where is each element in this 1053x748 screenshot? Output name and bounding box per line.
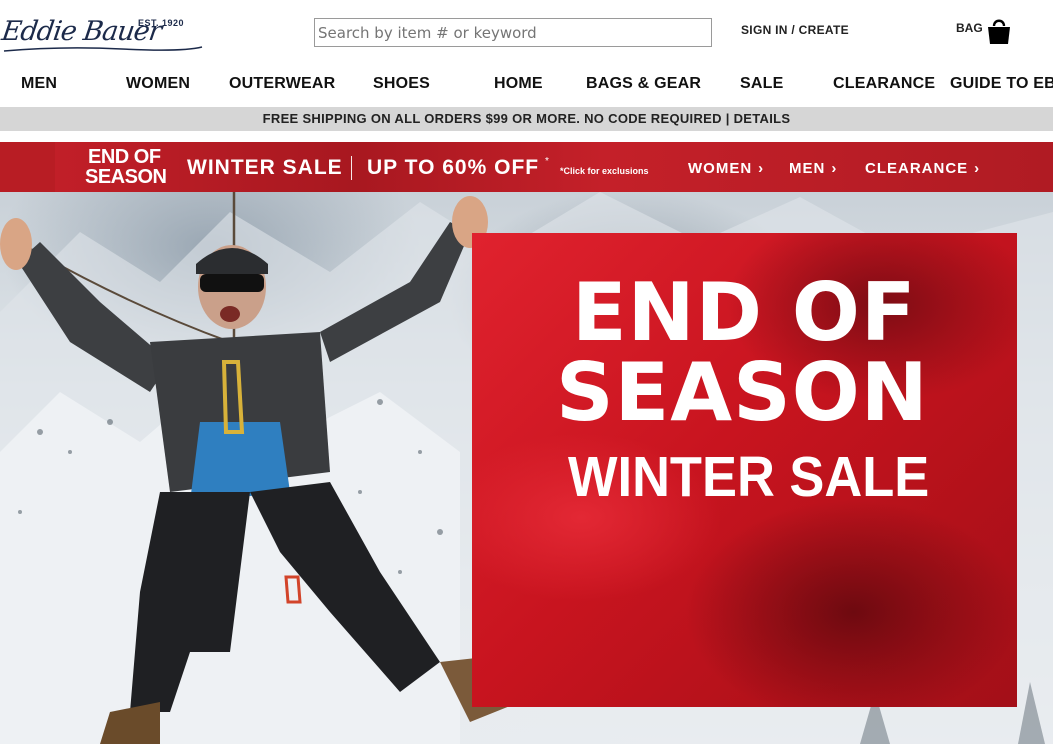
eddie-bauer-logo[interactable]: Eddie Bauer EST. 1920	[0, 14, 207, 54]
logo-est: EST. 1920	[138, 18, 185, 28]
promo-eos-line1: END OF	[88, 146, 161, 168]
nav-men[interactable]: MEN	[21, 75, 57, 93]
free-shipping-banner[interactable]: FREE SHIPPING ON ALL ORDERS $99 OR MORE.…	[0, 107, 1053, 131]
promo-link-women-label: WOMEN	[688, 160, 753, 177]
site-header: Eddie Bauer EST. 1920 SIGN IN / CREATE B…	[0, 0, 1053, 62]
nav-sale[interactable]: SALE	[740, 75, 783, 93]
promo-winter-sale: WINTER SALE	[187, 156, 343, 179]
nav-guide-to-eb[interactable]: GUIDE TO EB	[950, 75, 1053, 93]
logo-swoosh-icon	[3, 46, 203, 52]
main-nav: MEN WOMEN OUTERWEAR SHOES HOME BAGS & GE…	[0, 64, 1053, 106]
nav-home[interactable]: HOME	[494, 75, 543, 93]
sign-in-link[interactable]: SIGN IN / CREATE	[741, 23, 849, 37]
promo-link-clearance-label: CLEARANCE	[865, 160, 969, 177]
promo-exclusions-link[interactable]: *Click for exclusions	[560, 166, 649, 176]
promo-discount: UP TO 60% OFF	[367, 156, 540, 179]
nav-clearance[interactable]: CLEARANCE	[833, 75, 935, 93]
free-shipping-text: FREE SHIPPING ON ALL ORDERS $99 OR MORE.…	[262, 111, 791, 126]
promo-link-women[interactable]: WOMEN ›	[688, 160, 764, 177]
promo-strip[interactable]: END OF SEASON WINTER SALE UP TO 60% OFF …	[0, 142, 1053, 192]
hero-eos-line1: END OF	[572, 266, 917, 359]
bag-label[interactable]: BAG	[956, 21, 983, 35]
nav-outerwear[interactable]: OUTERWEAR	[229, 75, 335, 93]
sale-box[interactable]: END OF SEASON WINTER SALE	[472, 233, 1017, 707]
nav-bags-gear[interactable]: BAGS & GEAR	[586, 75, 701, 93]
nav-women[interactable]: WOMEN	[126, 75, 190, 93]
hero-eos-line2: SEASON	[556, 346, 929, 439]
hero-banner[interactable]: END OF SEASON WINTER SALE	[0, 192, 1053, 744]
shopping-bag-icon[interactable]	[986, 17, 1012, 45]
chevron-right-icon: ›	[974, 160, 981, 177]
hero-winter-sale: WINTER SALE	[568, 445, 930, 509]
promo-divider	[351, 156, 352, 180]
chevron-right-icon: ›	[831, 160, 838, 177]
promo-eos-line2: SEASON	[85, 166, 167, 188]
promo-link-men[interactable]: MEN ›	[789, 160, 837, 177]
promo-link-men-label: MEN	[789, 160, 826, 177]
chevron-right-icon: ›	[758, 160, 765, 177]
promo-asterisk: *	[545, 156, 549, 167]
promo-link-clearance[interactable]: CLEARANCE ›	[865, 160, 980, 177]
search-input[interactable]	[314, 18, 712, 47]
nav-shoes[interactable]: SHOES	[373, 75, 430, 93]
